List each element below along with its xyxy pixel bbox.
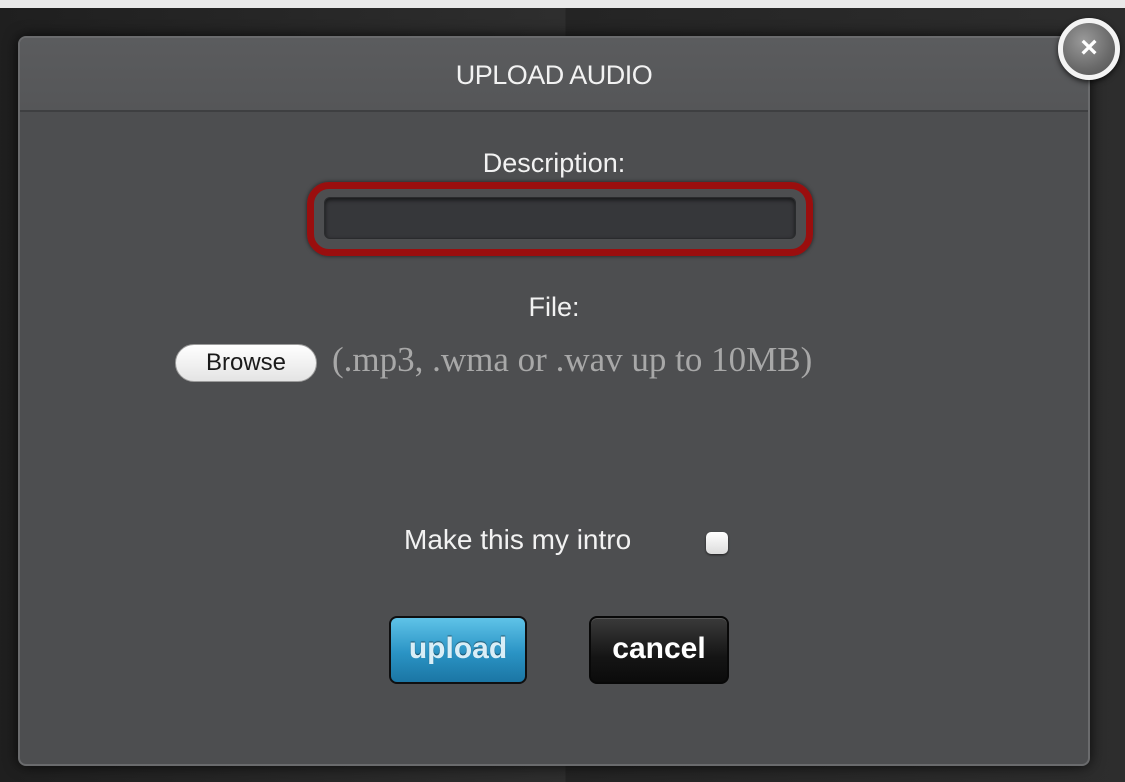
close-icon: × <box>1080 31 1098 64</box>
dialog-title: UPLOAD AUDIO <box>455 60 653 90</box>
browse-button[interactable]: Browse <box>175 344 317 382</box>
dialog-header: UPLOAD AUDIO <box>20 38 1088 112</box>
description-highlight-ring <box>307 182 813 256</box>
close-button[interactable]: × <box>1058 18 1120 80</box>
description-label: Description: <box>482 148 626 178</box>
intro-checkbox[interactable] <box>706 532 728 554</box>
file-label: File: <box>528 292 580 322</box>
upload-button[interactable]: upload <box>389 616 527 684</box>
backdrop-top-strip <box>0 0 1125 8</box>
file-format-hint: (.mp3, .wma or .wav up to 10MB) <box>332 340 813 379</box>
description-input[interactable] <box>324 197 796 239</box>
cancel-button[interactable]: cancel <box>589 616 729 684</box>
intro-label: Make this my intro <box>404 524 632 555</box>
upload-audio-dialog: UPLOAD AUDIO Description: File: Browse (… <box>18 36 1090 766</box>
file-row: Browse (.mp3, .wma or .wav up to 10MB) <box>20 340 1088 386</box>
intro-row: Make this my intro <box>20 520 1088 560</box>
